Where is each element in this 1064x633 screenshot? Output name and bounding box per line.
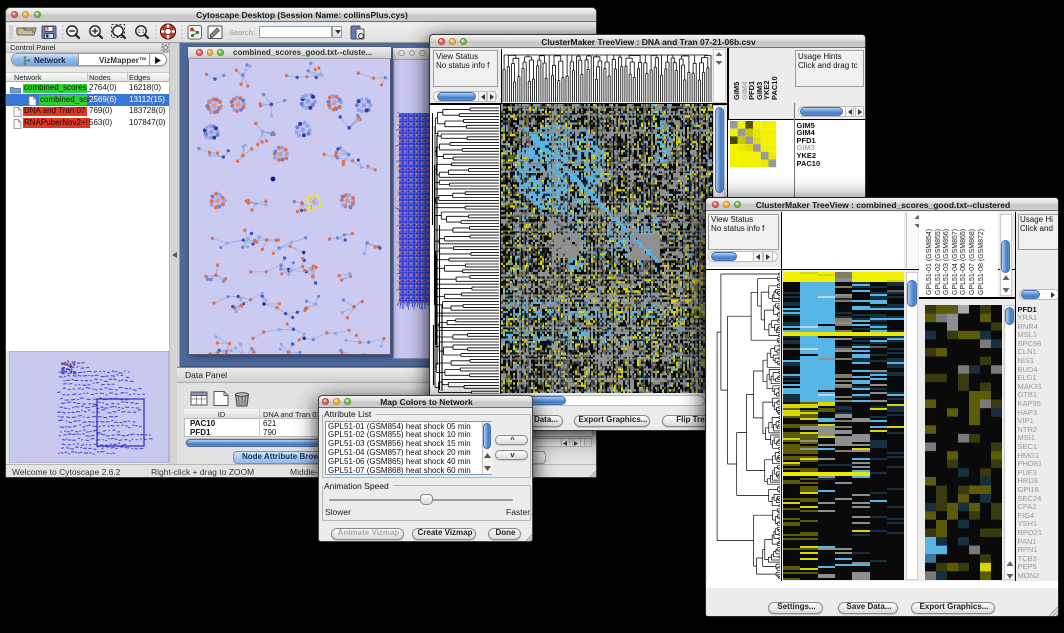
svg-text:1:1: 1:1 (138, 29, 145, 35)
